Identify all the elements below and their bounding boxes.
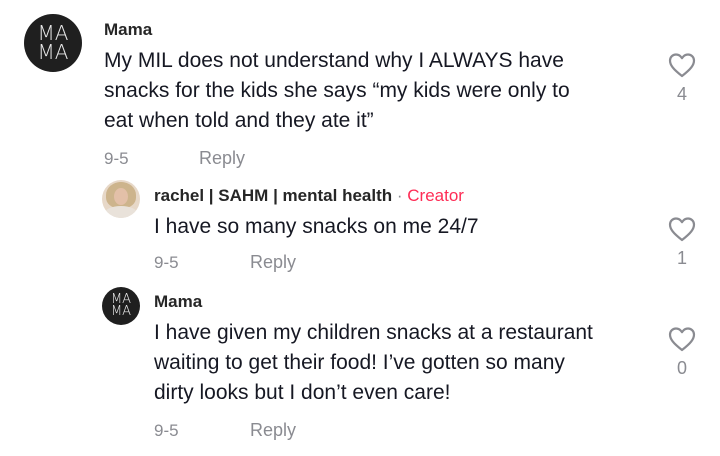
avatar-monogram-line: MA	[37, 40, 69, 64]
comment-text-line: I have so many snacks on me 24/7	[154, 215, 479, 238]
creator-badge: Creator	[407, 186, 464, 205]
comment-date: 9-5	[154, 253, 179, 272]
comment-text-line: My MIL does not understand why I ALWAYS …	[104, 49, 564, 72]
like-button[interactable]: 0	[662, 326, 702, 379]
heart-outline-icon	[668, 327, 696, 352]
heart-outline-icon	[668, 217, 696, 242]
avatar-photo-shoulders	[104, 206, 138, 218]
heart-outline-icon	[668, 53, 696, 78]
avatar[interactable]: MA MA	[102, 287, 140, 325]
avatar[interactable]: MA MA	[24, 14, 82, 72]
username-text: rachel | SAHM | mental health	[154, 186, 393, 205]
reply-button[interactable]: Reply	[250, 252, 296, 273]
avatar-photo-face	[114, 188, 128, 205]
comment-username[interactable]: Mama	[104, 20, 152, 40]
like-count: 0	[676, 358, 687, 378]
avatar[interactable]	[102, 180, 140, 218]
reply-button[interactable]: Reply	[199, 148, 245, 169]
comment-text-line: waiting to get their food! I’ve gotten s…	[154, 351, 565, 374]
comment-text-line: eat when told and they ate it”	[104, 109, 374, 132]
like-button[interactable]: 4	[662, 52, 702, 105]
comment-text: I have so many snacks on me 24/7	[154, 212, 479, 242]
comment-username[interactable]: Mama	[154, 292, 202, 312]
comment-date: 9-5	[104, 149, 129, 168]
comment-text-line: snacks for the kids she says “my kids we…	[104, 79, 570, 102]
avatar-monogram-line: MA	[110, 304, 132, 319]
like-count: 4	[676, 84, 687, 104]
reply-button[interactable]: Reply	[250, 420, 296, 441]
like-button[interactable]: 1	[662, 216, 702, 269]
comment-date: 9-5	[154, 421, 179, 440]
comment-username[interactable]: rachel | SAHM | mental health · Creator	[154, 186, 464, 206]
comment-text-line: I have given my children snacks at a res…	[154, 321, 593, 344]
comment-text: My MIL does not understand why I ALWAYS …	[104, 46, 570, 136]
comment-text-line: dirty looks but I don’t even care!	[154, 381, 451, 404]
comment-text: I have given my children snacks at a res…	[154, 318, 593, 408]
like-count: 1	[676, 248, 687, 268]
separator-dot: ·	[396, 186, 403, 205]
